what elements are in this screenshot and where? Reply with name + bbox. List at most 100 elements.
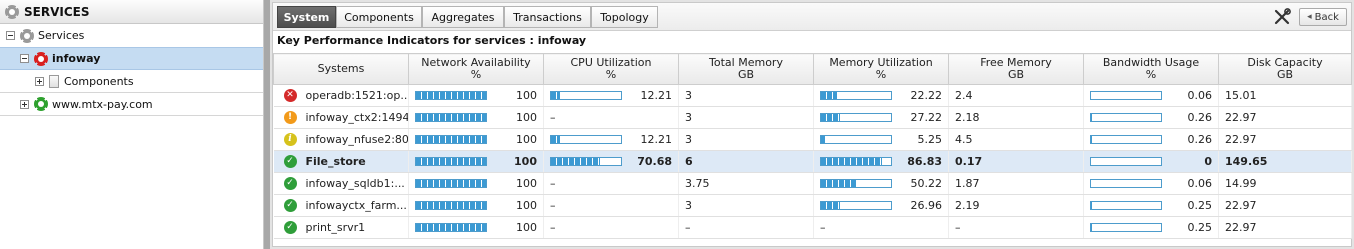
system-cell[interactable]: ✓ File_store — [273, 150, 409, 173]
tree-item-services[interactable]: Services — [0, 24, 263, 47]
system-cell[interactable]: ✓ print_srvr1 — [273, 216, 409, 239]
tab-system[interactable]: System — [277, 6, 336, 28]
col-total-memory-header[interactable]: Total Memory GB — [678, 53, 814, 85]
minor-info-icon: i — [283, 133, 297, 146]
system-name[interactable]: File_store — [306, 155, 366, 168]
free-memory-cell: 2.18 — [948, 106, 1084, 129]
table-row[interactable]: ✓ print_srvr1 100– – – –0.25 22.97 — [273, 216, 1352, 239]
system-cell[interactable]: ! infoway_ctx2:1494 — [273, 106, 409, 129]
tree-item-mtx-pay[interactable]: www.mtx-pay.com — [0, 93, 263, 116]
system-cell[interactable]: ✕ operadb:1521:op... — [273, 84, 409, 107]
services-tree-panel: SERVICES Services infoway Components www… — [0, 0, 264, 249]
bar-cell: 0.06 — [1090, 89, 1212, 102]
bandwidth-usage-cell: 0.06 — [1083, 172, 1219, 195]
table-row[interactable]: i infoway_nfuse2:80 100 12.21 3 5.25 4.5 0.26 22… — [273, 128, 1352, 151]
bar-segments — [416, 136, 486, 143]
cpu-utilization-value: – — [550, 221, 556, 234]
total-memory-value: 3 — [685, 89, 692, 102]
tab-aggregates[interactable]: Aggregates — [422, 6, 504, 28]
tab-topology[interactable]: Topology — [591, 6, 658, 28]
system-name[interactable]: infoway_sqldb1:... — [306, 177, 405, 190]
bandwidth-usage-bar — [1090, 135, 1162, 144]
system-name[interactable]: infoway_ctx2:1494 — [306, 111, 408, 124]
bar-cell: 100 — [415, 155, 537, 168]
system-cell[interactable]: i infoway_nfuse2:80 — [273, 128, 409, 151]
system-name[interactable]: operadb:1521:op... — [306, 89, 408, 102]
system-name-wrap: ✕ operadb:1521:op... — [280, 89, 408, 102]
col-free-memory-header[interactable]: Free Memory GB — [948, 53, 1084, 85]
bar-value: 0.26 — [1187, 111, 1213, 124]
bar-segments — [821, 114, 891, 121]
cpu-utilization-cell: – — [543, 106, 679, 129]
table-header-row: Systems Network Availability% CPU Utilizat… — [273, 53, 1352, 85]
table-row[interactable]: ! infoway_ctx2:1494 100– 3 27.22 2.18 0.26 22.9… — [273, 106, 1352, 129]
table-row[interactable]: ✓ File_store 100 70.68 6 86.83 0.17 0 149.65 — [273, 150, 1352, 173]
expand-icon[interactable] — [35, 76, 44, 86]
bar-value: 100 — [516, 221, 537, 234]
system-name[interactable]: print_srvr1 — [306, 221, 366, 234]
cpu-utilization-cell: 12.21 — [543, 128, 679, 151]
bar-segments — [1091, 114, 1161, 121]
header-unit: % — [470, 68, 482, 81]
system-name[interactable]: infowayctx_farm... — [306, 199, 407, 212]
bar-value: 100 — [516, 177, 537, 190]
bar-value: 0.06 — [1187, 177, 1213, 190]
bar-value: 70.68 — [637, 155, 672, 168]
bar-segments — [1091, 224, 1161, 231]
system-cell[interactable]: ✓ infowayctx_farm... — [273, 194, 409, 217]
disk-capacity-cell: 22.97 — [1218, 128, 1352, 151]
bandwidth-usage-cell: 0.25 — [1083, 194, 1219, 217]
system-name[interactable]: infoway_nfuse2:80 — [306, 133, 408, 146]
col-network-availability-header[interactable]: Network Availability% — [408, 53, 544, 85]
bar-segments — [416, 158, 486, 165]
table-row[interactable]: ✓ infowayctx_farm... 100– 3 26.96 2.19 0.25 22.… — [273, 194, 1352, 217]
disk-capacity-cell: 22.97 — [1218, 106, 1352, 129]
tree-item-infoway[interactable]: infoway — [0, 47, 263, 70]
bar-cell: 0.26 — [1090, 133, 1212, 146]
bandwidth-usage-bar — [1090, 113, 1162, 122]
table-row[interactable]: ✓ infoway_sqldb1:... 100– 3.75 50.22 1.87 0.06… — [273, 172, 1352, 195]
bar-value: 50.22 — [910, 177, 943, 190]
cpu-utilization-cell: – — [543, 172, 679, 195]
tree-item-components[interactable]: Components — [0, 70, 263, 93]
red-gear-icon — [34, 51, 48, 66]
bar-cell: 27.22 — [820, 111, 942, 124]
bar-value: 86.83 — [907, 155, 942, 168]
system-cell[interactable]: ✓ infoway_sqldb1:... — [273, 172, 409, 195]
memory-utilization-cell: 26.96 — [813, 194, 949, 217]
wrench-screwdriver-icon[interactable] — [1273, 8, 1291, 26]
back-arrow-icon: ◂ — [1307, 12, 1312, 22]
disk-capacity-value: 149.65 — [1225, 155, 1268, 168]
free-memory-value: 0.17 — [955, 155, 983, 168]
main-panel: System Components Aggregates Transaction… — [270, 0, 1354, 249]
col-memory-utilization-header[interactable]: Memory Utilization% — [813, 53, 949, 85]
tab-components[interactable]: Components — [336, 6, 422, 28]
collapse-icon[interactable] — [6, 31, 15, 40]
tree-item-label: infoway — [52, 52, 101, 65]
collapse-icon[interactable] — [20, 54, 29, 63]
memory-utilization-bar — [820, 91, 892, 100]
header-unit: GB — [1276, 68, 1294, 81]
memory-utilization-bar — [820, 201, 892, 210]
tab-bar: System Components Aggregates Transaction… — [273, 3, 1351, 31]
cpu-utilization-bar — [550, 157, 622, 166]
bar-value: 0.26 — [1187, 133, 1213, 146]
col-disk-capacity-header[interactable]: Disk Capacity GB — [1218, 53, 1352, 85]
bar-cell: 70.68 — [550, 155, 672, 168]
bandwidth-usage-bar — [1090, 157, 1162, 166]
cpu-utilization-bar — [550, 91, 622, 100]
bar-segments — [821, 158, 891, 165]
col-systems-header[interactable]: Systems — [273, 53, 409, 85]
disk-capacity-cell: 149.65 — [1218, 150, 1352, 173]
free-memory-value: 2.18 — [955, 111, 980, 124]
header-unit: % — [605, 68, 617, 81]
table-row[interactable]: ✕ operadb:1521:op... 100 12.21 3 22.22 2.4 0.06… — [273, 84, 1352, 107]
col-cpu-utilization-header[interactable]: CPU Utilization% — [543, 53, 679, 85]
disk-capacity-value: 22.97 — [1225, 221, 1257, 234]
network-availability-bar — [415, 157, 487, 166]
col-bandwidth-usage-header[interactable]: Bandwidth Usage% — [1083, 53, 1219, 85]
back-button[interactable]: ◂ Back — [1299, 8, 1347, 26]
expand-icon[interactable] — [20, 99, 29, 109]
bar-value: 0.06 — [1187, 89, 1213, 102]
tab-transactions[interactable]: Transactions — [504, 6, 591, 28]
